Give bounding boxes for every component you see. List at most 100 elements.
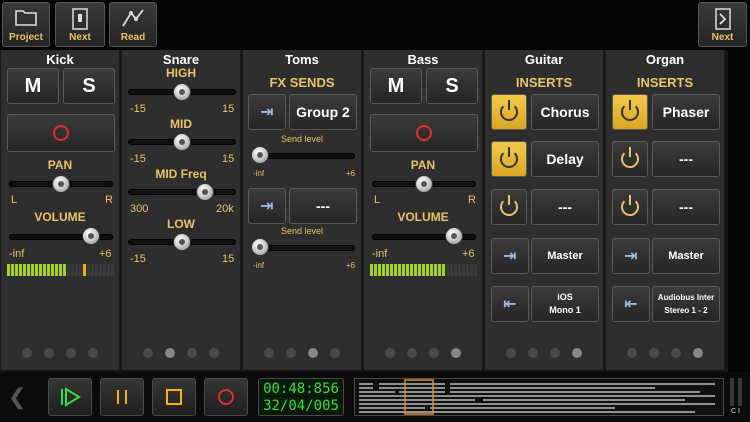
page-dot[interactable]	[572, 348, 582, 358]
meter-segment	[51, 264, 54, 276]
input-source-button[interactable]: Audiobus Inter Stereo 1 - 2	[652, 286, 720, 322]
record-arm-button[interactable]	[7, 114, 115, 152]
send-max-label: +6	[346, 261, 356, 270]
project-button[interactable]: Project	[2, 2, 50, 47]
meter-segment	[374, 264, 377, 276]
mute-button[interactable]: M	[370, 68, 422, 104]
read-button[interactable]: Read	[109, 2, 157, 47]
power-icon	[621, 147, 639, 168]
send-max-label: +6	[346, 169, 356, 178]
next-page-button[interactable]: Next	[698, 2, 747, 47]
eq-midfreq-slider[interactable]	[128, 189, 236, 195]
eq-high-knob[interactable]	[173, 83, 191, 101]
page-dot[interactable]	[22, 348, 32, 358]
insert-power-toggle[interactable]	[612, 189, 648, 225]
eq-low-knob[interactable]	[173, 233, 191, 251]
top-toolbar: Project Next Read Next	[0, 0, 750, 50]
page-dot[interactable]	[165, 348, 175, 358]
insert-power-toggle[interactable]	[491, 141, 527, 177]
meter-segment	[398, 264, 401, 276]
page-dot[interactable]	[286, 348, 296, 358]
insert-power-toggle[interactable]	[491, 189, 527, 225]
page-dot[interactable]	[209, 348, 219, 358]
pan-right-label: R	[105, 194, 113, 206]
output-route-button[interactable]: ⇥	[612, 238, 650, 274]
output-meter-right	[738, 378, 742, 406]
insert-slot-button[interactable]: Chorus	[531, 94, 599, 130]
input-source-button[interactable]: iOS Mono 1	[531, 286, 599, 322]
meter-segment	[422, 264, 425, 276]
page-dot[interactable]	[44, 348, 54, 358]
pan-knob[interactable]	[52, 175, 70, 193]
pause-button[interactable]	[100, 378, 144, 416]
input-route-button[interactable]: ⇤	[612, 286, 650, 322]
insert-power-toggle[interactable]	[612, 141, 648, 177]
output-destination-button[interactable]: Master	[531, 238, 599, 274]
send-route-button[interactable]: ⇥	[248, 94, 286, 130]
page-dot[interactable]	[187, 348, 197, 358]
page-dot[interactable]	[528, 348, 538, 358]
next-button[interactable]: Next	[55, 2, 105, 47]
page-dot[interactable]	[66, 348, 76, 358]
meter-segment	[55, 264, 58, 276]
volume-knob[interactable]	[445, 227, 464, 245]
send-route-button[interactable]: ⇥	[248, 188, 286, 224]
input-route-button[interactable]: ⇤	[491, 286, 529, 322]
output-route-button[interactable]: ⇥	[491, 238, 529, 274]
insert-slot-button[interactable]: Phaser	[652, 94, 720, 130]
solo-button[interactable]: S	[63, 68, 115, 104]
output-destination-button[interactable]: Master	[652, 238, 720, 274]
stop-button[interactable]	[152, 378, 196, 416]
arrangement-overview[interactable]	[354, 378, 724, 416]
page-dot[interactable]	[407, 348, 417, 358]
eq-midfreq-knob[interactable]	[195, 183, 214, 201]
scroll-left-icon[interactable]: ❮	[8, 384, 26, 410]
time-display[interactable]: 00:48:856 32/04/005	[258, 378, 344, 416]
page-dot[interactable]	[88, 348, 98, 358]
insert-slot-button[interactable]: Delay	[531, 141, 599, 177]
send-destination-button[interactable]: Group 2	[289, 94, 357, 130]
solo-button[interactable]: S	[426, 68, 478, 104]
send-level-knob[interactable]	[251, 146, 269, 164]
volume-knob[interactable]	[82, 227, 101, 245]
page-dot[interactable]	[143, 348, 153, 358]
page-dots	[364, 348, 482, 358]
page-dot[interactable]	[451, 348, 461, 358]
page-dot[interactable]	[627, 348, 637, 358]
page-dot[interactable]	[264, 348, 274, 358]
page-dot[interactable]	[506, 348, 516, 358]
eq-mid-knob[interactable]	[173, 133, 191, 151]
insert-slot-button[interactable]: ---	[652, 189, 720, 225]
page-dot[interactable]	[385, 348, 395, 358]
inserts-label: INSERTS	[636, 75, 694, 90]
volume-label: VOLUME	[397, 210, 449, 224]
page-dot[interactable]	[550, 348, 560, 358]
send-level-knob[interactable]	[251, 238, 269, 256]
meter-segment	[71, 264, 74, 276]
page-dot[interactable]	[429, 348, 439, 358]
insert-power-toggle[interactable]	[612, 94, 648, 130]
automation-read-icon	[122, 9, 144, 27]
pan-knob[interactable]	[415, 175, 433, 193]
time-readout: 00:48:856	[263, 381, 339, 397]
page-dot[interactable]	[308, 348, 318, 358]
page-dot[interactable]	[671, 348, 681, 358]
insert-slot-button[interactable]: ---	[531, 189, 599, 225]
page-dot[interactable]	[693, 348, 703, 358]
page-next-icon	[714, 8, 731, 30]
record-arm-button[interactable]	[370, 114, 478, 152]
mute-button[interactable]: M	[7, 68, 59, 104]
insert-power-toggle[interactable]	[491, 94, 527, 130]
pan-left-label: L	[374, 194, 381, 206]
page-dot[interactable]	[330, 348, 340, 358]
record-button[interactable]	[204, 378, 248, 416]
meter-segment	[67, 264, 70, 276]
play-button[interactable]	[48, 378, 92, 416]
record-icon	[218, 389, 234, 405]
page-dots	[606, 348, 724, 358]
page-dot[interactable]	[649, 348, 659, 358]
input-source-line2: Mono 1	[549, 305, 581, 315]
meter-segment	[19, 264, 22, 276]
send-destination-button[interactable]: ---	[289, 188, 357, 224]
insert-slot-button[interactable]: ---	[652, 141, 720, 177]
